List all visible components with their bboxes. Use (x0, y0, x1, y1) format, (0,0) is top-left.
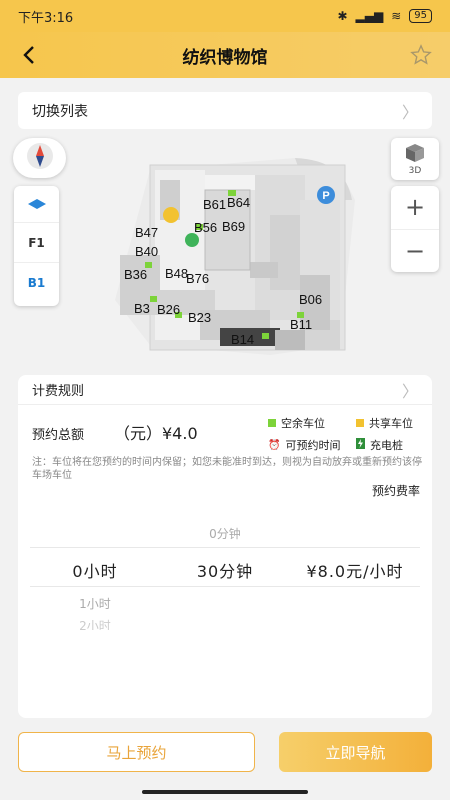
spot-label[interactable]: B56 (194, 220, 217, 235)
zoom-control: + − (391, 186, 439, 272)
page-title: 纺织博物馆 (182, 47, 268, 68)
picker-above: 0分钟 (209, 527, 241, 541)
spot-label[interactable]: B64 (227, 195, 250, 210)
legend: 空余车位 共享车位 ⏰ 可预约时间 充电桩 (268, 415, 428, 453)
navigate-now-button[interactable]: 立即导航 (279, 732, 432, 772)
status-icons: ✱ ▂▄▆ ≋ 95 (337, 9, 432, 23)
3d-label: 3D (408, 165, 422, 176)
picker-divider (30, 547, 420, 548)
charger-icon (356, 438, 365, 452)
picker-below-2: 2小时 (79, 619, 111, 630)
star-icon[interactable] (406, 40, 436, 70)
shared-spot-swatch (356, 419, 364, 427)
chevron-right-icon: 〉 (401, 102, 418, 122)
wifi-icon: ≋ (391, 9, 402, 23)
picker-rate: ¥8.0元/小时 (306, 562, 404, 581)
legend-shared-label: 共享车位 (369, 417, 413, 430)
spot-label[interactable]: B48 (165, 266, 188, 281)
layers-icon[interactable] (14, 186, 59, 222)
floor-b1[interactable]: B1 (14, 262, 59, 302)
spot-label[interactable]: B11 (290, 317, 312, 332)
back-icon[interactable] (14, 38, 44, 72)
header: 纺织博物馆 (0, 32, 450, 78)
clock-icon: ⏰ (268, 439, 281, 451)
spot-label[interactable]: B26 (157, 302, 180, 317)
bluetooth-icon: ✱ (337, 9, 348, 23)
floor-f1[interactable]: F1 (14, 222, 59, 262)
legend-empty-label: 空余车位 (281, 417, 325, 430)
cube-icon (404, 143, 426, 166)
compass-icon (25, 141, 55, 175)
zoom-in-button[interactable]: + (391, 186, 439, 230)
switch-list-label: 切换列表 (32, 103, 88, 120)
spot-label[interactable]: B36 (124, 267, 147, 282)
legend-reservable-label: 可预约时间 (285, 439, 341, 452)
spot-label[interactable]: B47 (135, 225, 158, 240)
legend-reservable: ⏰ 可预约时间 (268, 437, 356, 453)
spot-label[interactable]: B61 (203, 197, 226, 212)
billing-rules-row[interactable]: 计费规则 〉 (18, 375, 432, 405)
legend-charging-label: 充电桩 (370, 439, 403, 452)
svg-text:P: P (322, 190, 329, 202)
spot-label[interactable]: B06 (299, 292, 322, 307)
rate-title: 预约费率 (371, 484, 420, 498)
legend-empty: 空余车位 (268, 415, 356, 431)
legend-shared: 共享车位 (356, 415, 428, 431)
picker-selected-row[interactable]: 0小时 30分钟 ¥8.0元/小时 (30, 552, 420, 588)
status-bar: 下午3:16 ✱ ▂▄▆ ≋ 95 (0, 0, 450, 32)
time-picker[interactable]: 0分钟 0小时 30分钟 ¥8.0元/小时 1小时 2小时 (30, 515, 420, 630)
spot-label[interactable]: B40 (135, 244, 158, 259)
empty-spot-swatch (268, 419, 276, 427)
spot-label[interactable]: B14 (231, 332, 254, 347)
picker-minutes[interactable]: 30分钟 (160, 558, 290, 582)
zoom-out-button[interactable]: − (391, 230, 439, 273)
reserve-now-button[interactable]: 马上预约 (18, 732, 255, 772)
total-label: 预约总额 (32, 428, 85, 443)
battery-icon: 95 (409, 9, 432, 23)
spot-label[interactable]: B3 (134, 301, 150, 316)
reservation-note: 注：车位将在您预约的时间内保留；如您未能准时到达，则视为自动放弃或重新预约该停车… (32, 457, 422, 481)
home-indicator[interactable] (142, 790, 308, 794)
picker-divider (30, 586, 420, 587)
total-row: 预约总额 （元）¥4.0 (32, 420, 198, 444)
3d-toggle-button[interactable]: 3D (391, 138, 439, 180)
compass-button[interactable] (13, 138, 66, 178)
total-value: （元）¥4.0 (114, 424, 198, 443)
legend-charging: 充电桩 (356, 437, 428, 453)
spot-label[interactable]: B76 (186, 271, 209, 286)
switch-list-bar[interactable]: 切换列表 〉 (18, 92, 432, 129)
billing-rules-label: 计费规则 (32, 384, 85, 399)
parking-map[interactable]: P B61 B64 B47 B56 B69 B40 B36 B48 B76 B3… (0, 135, 450, 375)
booking-panel: 计费规则 〉 预约总额 （元）¥4.0 空余车位 共享车位 ⏰ 可预约时间 充电… (18, 375, 432, 718)
floor-picker: F1 B1 (14, 186, 59, 306)
status-time: 下午3:16 (18, 10, 74, 26)
picker-below-1: 1小时 (79, 597, 111, 611)
spot-label[interactable]: B69 (222, 219, 245, 234)
picker-hours[interactable]: 0小时 (30, 558, 160, 582)
spot-label[interactable]: B23 (188, 310, 211, 325)
signal-icon: ▂▄▆ (355, 9, 384, 23)
chevron-right-icon: 〉 (401, 381, 418, 401)
